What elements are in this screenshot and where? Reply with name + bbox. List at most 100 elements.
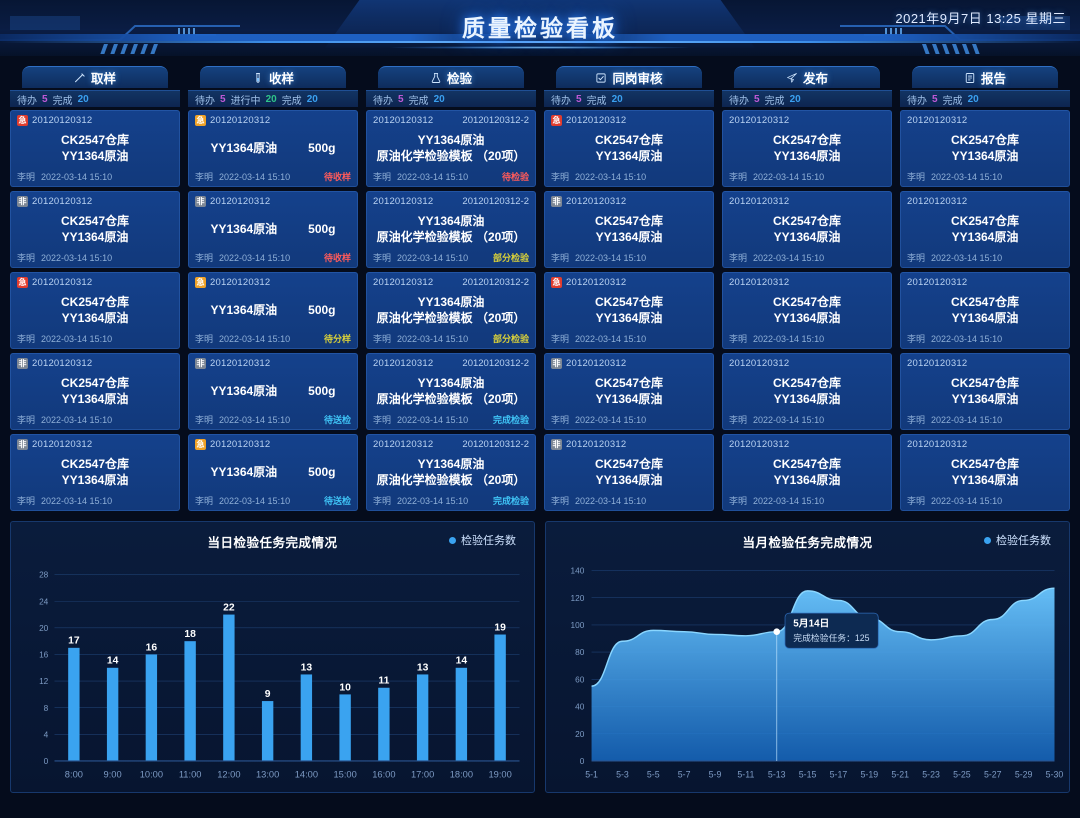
card-id: 20120120312: [210, 439, 271, 450]
card-footer: 李明 2022-03-14 15:10: [729, 494, 885, 507]
status-count-doing: 20: [265, 93, 277, 105]
task-card[interactable]: 20120120312 20120120312-2 YY1364原油 原油化学检验模板…: [366, 353, 536, 430]
svg-text:5-29: 5-29: [1015, 770, 1033, 780]
task-card[interactable]: 20120120312 CK2547仓库 YY1364原油 李明 2022-03-14 …: [900, 110, 1070, 187]
column-status-bar: 待办 5 完成 20: [366, 90, 536, 107]
task-card[interactable]: 20120120312 CK2547仓库 YY1364原油 李明 2022-03-14 …: [722, 110, 892, 187]
card-id: 20120120312: [32, 358, 93, 369]
daily-chart-legend[interactable]: 检验任务数: [449, 532, 516, 548]
task-card[interactable]: 非 20120120312 CK2547仓库 YY1364原油 李明 2022-03-14…: [10, 353, 180, 430]
card-body: CK2547仓库 YY1364原油: [17, 213, 173, 245]
svg-text:16: 16: [146, 642, 158, 653]
card-secondary-line: YY1364原油: [773, 392, 841, 406]
card-user: 李明: [373, 496, 392, 506]
task-card[interactable]: 20120120312 CK2547仓库 YY1364原油 李明 2022-03-14 …: [722, 434, 892, 511]
task-card[interactable]: 20120120312 CK2547仓库 YY1364原油 李明 2022-03-14 …: [900, 272, 1070, 349]
task-card[interactable]: 20120120312 20120120312-2 YY1364原油 原油化学检验模板…: [366, 434, 536, 511]
column-tab-发布[interactable]: 发布: [733, 66, 881, 88]
card-id: 20120120312: [729, 439, 790, 450]
monthly-chart-legend[interactable]: 检验任务数: [984, 532, 1051, 548]
card-id: 20120120312: [907, 439, 968, 450]
card-weight: 500g: [308, 464, 336, 479]
task-card[interactable]: 急 20120120312 YY1364原油 500g 李明 2022-03-14 15:…: [188, 110, 358, 187]
task-card[interactable]: 急 20120120312 YY1364原油 500g 李明 2022-03-14 15:…: [188, 272, 358, 349]
card-header: 急 20120120312: [551, 115, 707, 126]
column-tab-同岗审核[interactable]: 同岗审核: [555, 66, 703, 88]
column-title: 同岗审核: [612, 72, 663, 86]
task-card[interactable]: 20120120312 CK2547仓库 YY1364原油 李明 2022-03-14 …: [722, 191, 892, 268]
task-card[interactable]: 20120120312 20120120312-2 YY1364原油 原油化学检验模板…: [366, 272, 536, 349]
card-body: CK2547仓库 YY1364原油: [17, 375, 173, 407]
svg-text:12:00: 12:00: [217, 770, 240, 780]
card-id: 20120120312: [566, 277, 627, 288]
task-card[interactable]: 20120120312 CK2547仓库 YY1364原油 李明 2022-03-14 …: [900, 434, 1070, 511]
svg-text:11:00: 11:00: [179, 770, 202, 780]
status-label-done: 完成: [408, 95, 429, 107]
task-card[interactable]: 20120120312 CK2547仓库 YY1364原油 李明 2022-03-14 …: [722, 272, 892, 349]
task-card[interactable]: 20120120312 20120120312-2 YY1364原油 原油化学检验模板…: [366, 110, 536, 187]
card-header: 20120120312 20120120312-2: [373, 358, 529, 369]
card-user: 李明: [729, 415, 748, 425]
svg-text:5-30: 5-30: [1046, 770, 1064, 780]
column-tab-收样[interactable]: 收样: [199, 66, 347, 88]
card-primary-line: CK2547仓库: [60, 375, 130, 390]
status-label-done: 完成: [942, 95, 963, 107]
svg-text:16:00: 16:00: [372, 770, 395, 780]
card-footer: 李明 2022-03-14 15:10 待送检: [195, 413, 351, 426]
task-card[interactable]: 20120120312 CK2547仓库 YY1364原油 李明 2022-03-14 …: [900, 353, 1070, 430]
card-status: 待检验: [501, 172, 529, 182]
task-card[interactable]: 非 20120120312 CK2547仓库 YY1364原油 李明 2022-03-14…: [10, 191, 180, 268]
task-card[interactable]: 非 20120120312 CK2547仓库 YY1364原油 李明 2022-03-14…: [544, 191, 714, 268]
card-id: 20120120312: [32, 277, 93, 288]
task-card[interactable]: 20120120312 CK2547仓库 YY1364原油 李明 2022-03-14 …: [722, 353, 892, 430]
card-id: 20120120312: [373, 439, 434, 450]
svg-text:18: 18: [184, 629, 196, 640]
task-card[interactable]: 急 20120120312 CK2547仓库 YY1364原油 李明 2022-03-14…: [544, 272, 714, 349]
task-card[interactable]: 非 20120120312 CK2547仓库 YY1364原油 李明 2022-03-14…: [544, 434, 714, 511]
report-icon: [964, 72, 976, 84]
card-id: 20120120312: [907, 277, 968, 288]
card-id: 20120120312: [729, 196, 790, 207]
card-footer: 李明 2022-03-14 15:10: [907, 413, 1063, 426]
card-primary-line: CK2547仓库: [950, 213, 1020, 228]
card-primary-line: CK2547仓库: [950, 132, 1020, 147]
task-card[interactable]: 20120120312 CK2547仓库 YY1364原油 李明 2022-03-14 …: [900, 191, 1070, 268]
svg-text:17:00: 17:00: [411, 770, 434, 780]
status-label-done: 完成: [764, 95, 785, 107]
card-user: 李明: [729, 172, 748, 182]
task-card[interactable]: 急 20120120312 CK2547仓库 YY1364原油 李明 2022-03-14…: [10, 110, 180, 187]
svg-text:9:00: 9:00: [104, 770, 122, 780]
card-user: 李明: [17, 415, 36, 425]
task-card[interactable]: 20120120312 20120120312-2 YY1364原油 原油化学检验模板…: [366, 191, 536, 268]
column-tab-检验[interactable]: 检验: [377, 66, 525, 88]
card-primary-line: CK2547仓库: [950, 456, 1020, 471]
legend-dot-icon: [984, 536, 991, 544]
task-card[interactable]: 非 20120120312 YY1364原油 500g 李明 2022-03-14 15:…: [188, 191, 358, 268]
status-count-done: 20: [433, 93, 445, 105]
card-user: 李明: [373, 415, 392, 425]
task-card[interactable]: 急 20120120312 YY1364原油 500g 李明 2022-03-14 15:…: [188, 434, 358, 511]
svg-text:140: 140: [571, 567, 585, 576]
task-card[interactable]: 非 20120120312 YY1364原油 500g 李明 2022-03-14 15:…: [188, 353, 358, 430]
column-tab-取样[interactable]: 取样: [21, 66, 169, 88]
card-time: 2022-03-14 15:10: [575, 414, 647, 425]
card-time: 2022-03-14 15:10: [753, 333, 825, 344]
card-secondary-line: 原油化学检验模板 （20项）: [376, 473, 526, 487]
task-card[interactable]: 非 20120120312 CK2547仓库 YY1364原油 李明 2022-03-14…: [544, 353, 714, 430]
card-time: 2022-03-14 15:10: [219, 171, 291, 182]
card-weight: 500g: [308, 140, 336, 155]
priority-badge: 急: [195, 277, 206, 288]
task-card[interactable]: 急 20120120312 CK2547仓库 YY1364原油 李明 2022-03-14…: [544, 110, 714, 187]
card-footer: 李明 2022-03-14 15:10: [907, 332, 1063, 345]
priority-badge: 急: [551, 115, 562, 126]
legend-label: 检验任务数: [996, 535, 1051, 547]
svg-text:14: 14: [107, 656, 119, 667]
task-card[interactable]: 急 20120120312 CK2547仓库 YY1364原油 李明 2022-03-14…: [10, 272, 180, 349]
svg-text:5月14日: 5月14日: [793, 618, 829, 630]
task-card[interactable]: 非 20120120312 CK2547仓库 YY1364原油 李明 2022-03-14…: [10, 434, 180, 511]
column-status-bar: 待办 5 进行中 20 完成 20: [188, 90, 358, 107]
card-id: 20120120312: [907, 358, 968, 369]
status-count-done: 20: [611, 93, 623, 105]
column-tab-报告[interactable]: 报告: [911, 66, 1059, 88]
card-time: 2022-03-14 15:10: [575, 252, 647, 263]
